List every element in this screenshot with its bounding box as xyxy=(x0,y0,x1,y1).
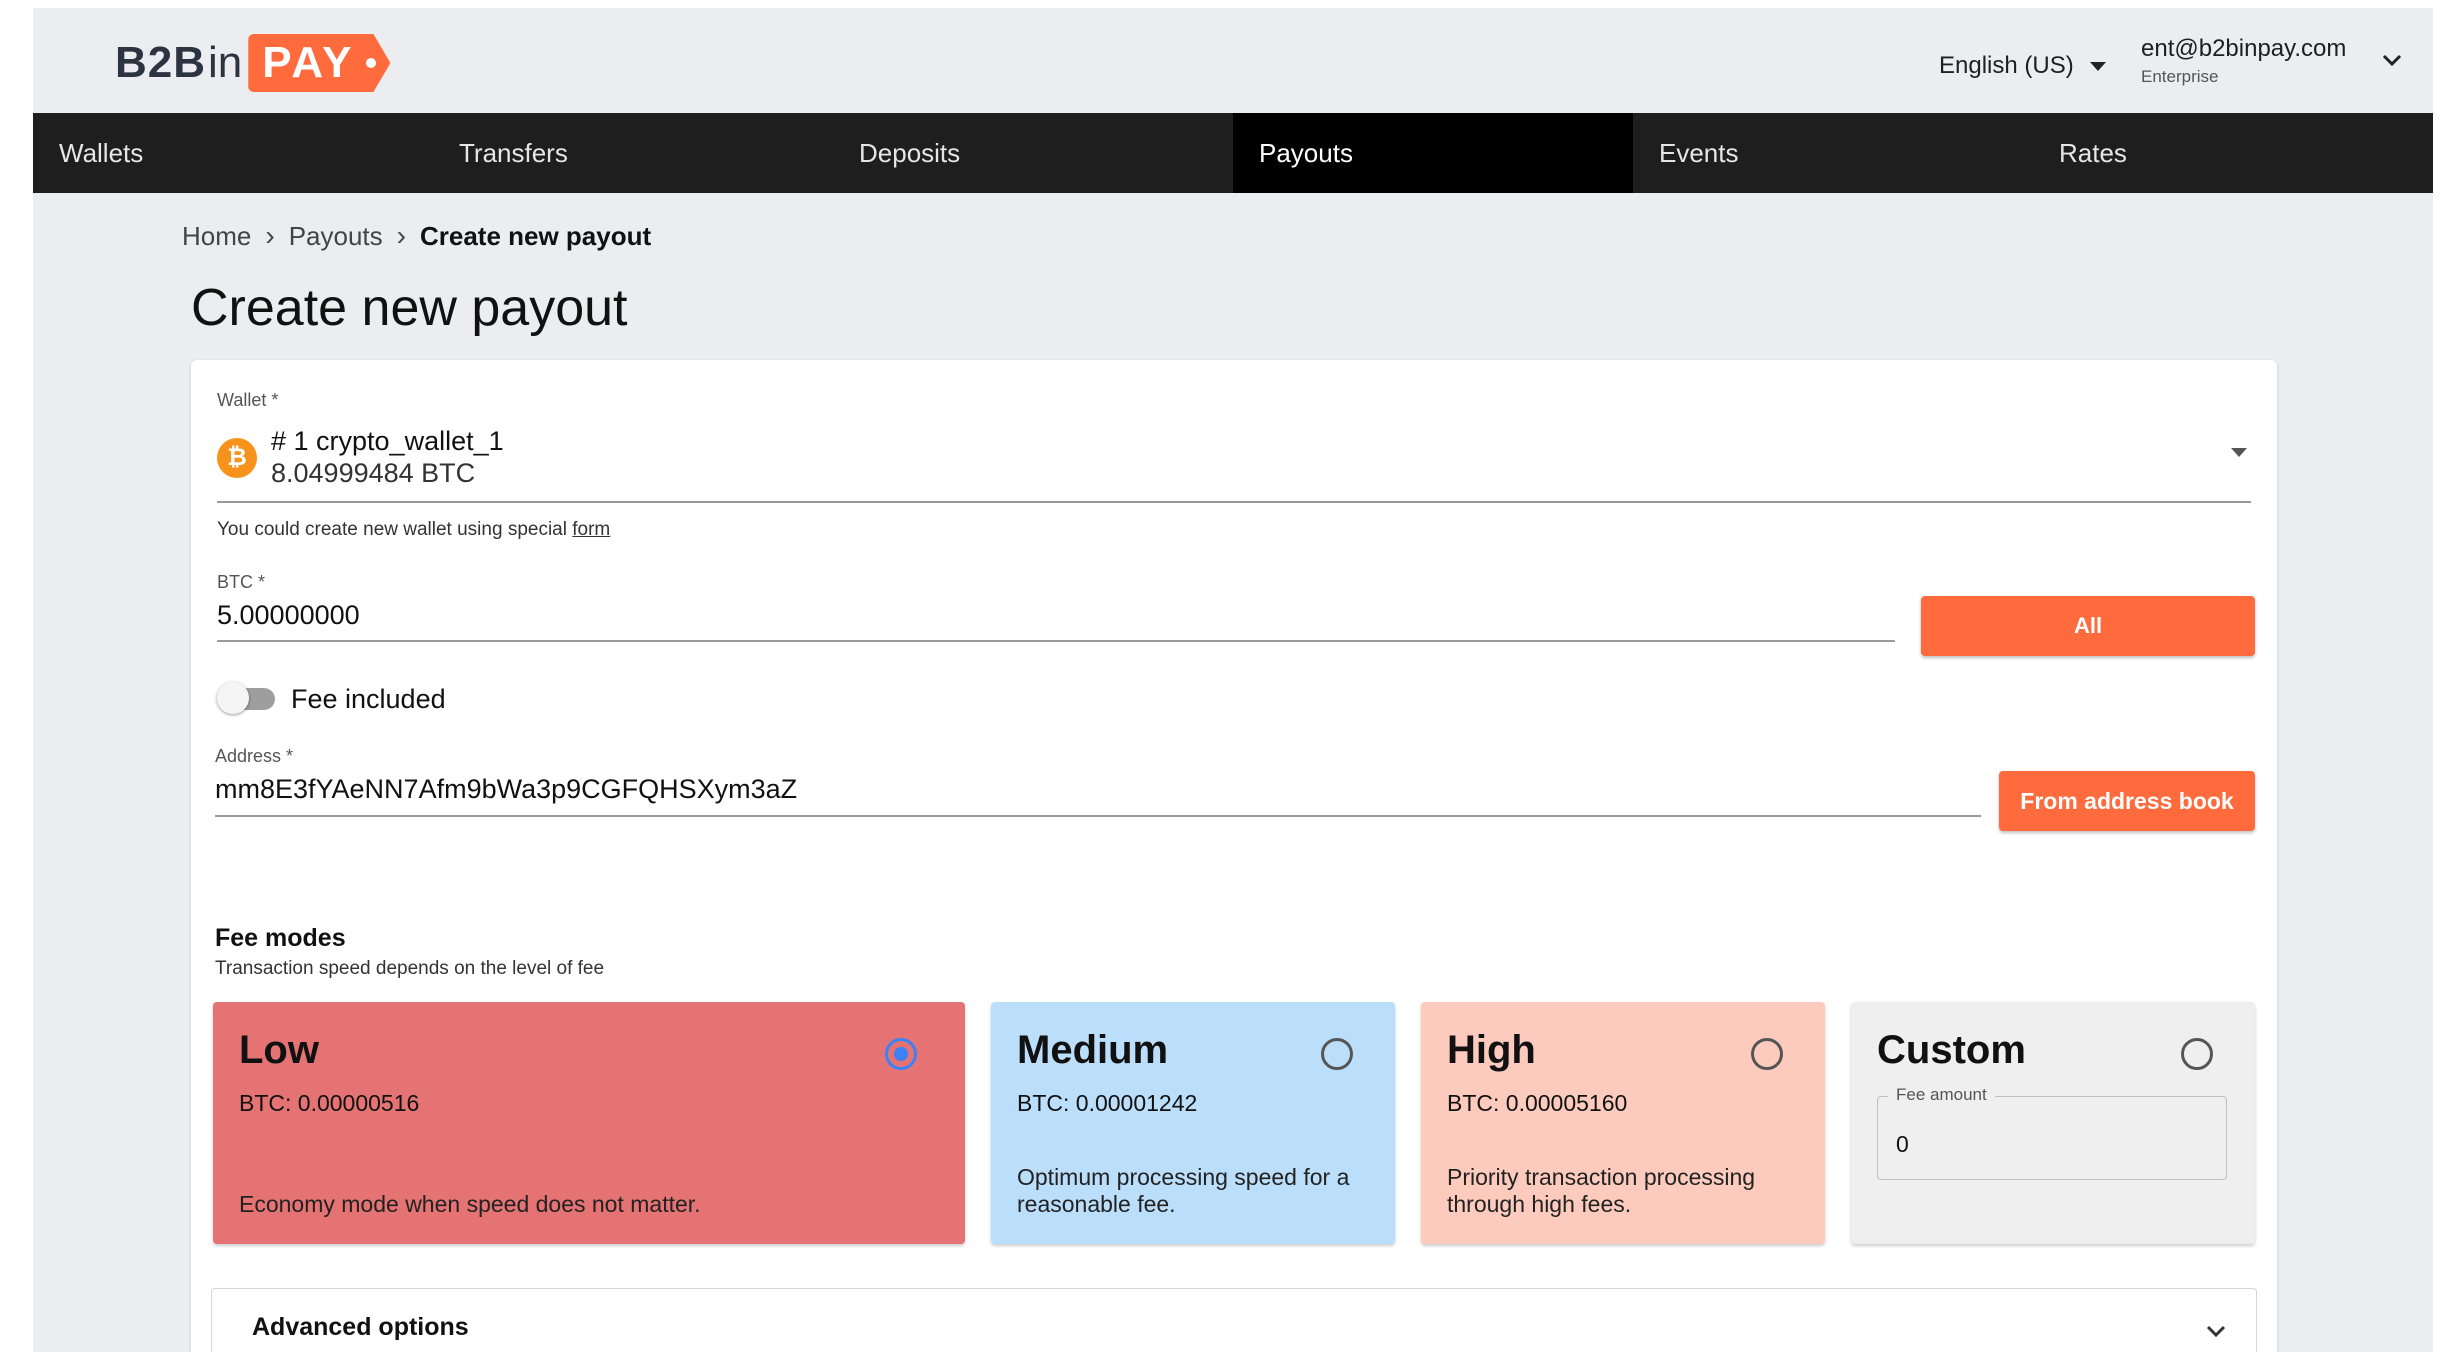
chevron-down-icon[interactable] xyxy=(2202,1317,2230,1345)
fee-mode-fee: BTC: 0.00005160 xyxy=(1447,1090,1628,1116)
address-book-button[interactable]: From address book xyxy=(1999,771,2255,831)
fee-amount-field[interactable]: Fee amount 0 xyxy=(1877,1085,2227,1180)
nav-item-rates[interactable]: Rates xyxy=(2033,113,2433,193)
fee-modes-title: Fee modes xyxy=(215,924,346,952)
wallet-field-label: Wallet * xyxy=(217,390,279,410)
fee-mode-description-line: reasonable fee. xyxy=(1017,1191,1176,1217)
address-label: Address * xyxy=(215,746,294,766)
fee-amount-label: Fee amount xyxy=(1888,1085,1995,1105)
wallet-form-link[interactable]: form xyxy=(572,519,610,540)
breadcrumb-payouts[interactable]: Payouts xyxy=(289,221,383,252)
fee-amount-input[interactable]: 0 xyxy=(1896,1131,1909,1158)
app-window: B2B in PAY English (US) ent@b2binpay.com… xyxy=(33,8,2433,1352)
fee-modes-subtitle: Transaction speed depends on the level o… xyxy=(215,958,605,979)
all-button[interactable]: All xyxy=(1921,596,2255,656)
radio-icon[interactable] xyxy=(2181,1038,2213,1070)
chevron-down-icon[interactable] xyxy=(2378,46,2406,74)
breadcrumb: Home › Payouts › Create new payout xyxy=(182,220,651,252)
fee-mode-fee: BTC: 0.00000516 xyxy=(239,1090,420,1116)
payout-form-card: Wallet * ₿ # 1 crypto_wallet_1 8.0499948… xyxy=(191,360,2277,1352)
wallet-select-underline xyxy=(217,501,2251,503)
nav-item-events[interactable]: Events xyxy=(1633,113,2033,193)
fee-mode-name: High xyxy=(1447,1028,1536,1072)
logo-b2b-text: B2B xyxy=(115,38,207,87)
fee-mode-low[interactable]: Low BTC: 0.00000516 Economy mode when sp… xyxy=(213,1002,965,1244)
address-input[interactable]: mm8E3fYAeNN7Afm9bWa3p9CGFQHSXym3aZ xyxy=(215,774,797,805)
fee-included-label: Fee included xyxy=(291,684,446,714)
fee-mode-description-line: Priority transaction processing xyxy=(1447,1164,1756,1190)
radio-selected-icon[interactable] xyxy=(885,1038,917,1070)
advanced-options-label: Advanced options xyxy=(252,1313,469,1341)
nav-item-wallets[interactable]: Wallets xyxy=(33,113,433,193)
main-nav: Wallets Transfers Deposits Payouts Event… xyxy=(33,113,2433,193)
wallet-balance[interactable]: 8.04999484 BTC xyxy=(271,458,475,489)
advanced-options-panel[interactable]: Advanced options xyxy=(211,1288,2257,1352)
fee-mode-custom[interactable]: Custom Fee amount 0 xyxy=(1851,1002,2255,1244)
b2binpay-logo[interactable]: B2B in PAY xyxy=(115,30,391,96)
logo-pay-tag: PAY xyxy=(248,34,391,92)
logo-dot xyxy=(366,58,377,68)
radio-icon[interactable] xyxy=(1751,1038,1783,1070)
address-underline xyxy=(215,815,1981,817)
fee-mode-description: Optimum processing speed for a reasonabl… xyxy=(1017,1164,1349,1218)
btc-amount-input[interactable]: 5.00000000 xyxy=(217,600,360,631)
fee-mode-name: Custom xyxy=(1877,1028,2026,1072)
wallet-hint: You could create new wallet using specia… xyxy=(217,519,610,541)
wallet-hint-text: You could create new wallet using specia… xyxy=(217,519,567,540)
fee-mode-high[interactable]: High BTC: 0.00005160 Priority transactio… xyxy=(1421,1002,1825,1244)
nav-item-deposits[interactable]: Deposits xyxy=(833,113,1233,193)
wallet-name[interactable]: # 1 crypto_wallet_1 xyxy=(271,426,504,457)
caret-down-icon[interactable] xyxy=(2231,448,2247,457)
fee-mode-description-line: Optimum processing speed for a xyxy=(1017,1164,1350,1190)
fee-mode-description: Economy mode when speed does not matter. xyxy=(239,1191,701,1217)
user-email: ent@b2binpay.com xyxy=(2141,35,2347,62)
fee-mode-name: Low xyxy=(239,1028,319,1072)
radio-icon[interactable] xyxy=(1321,1038,1353,1070)
user-menu[interactable]: ent@b2binpay.com Enterprise xyxy=(2141,35,2346,87)
nav-item-payouts[interactable]: Payouts xyxy=(1233,113,1633,193)
fee-mode-name: Medium xyxy=(1017,1028,1169,1072)
user-role: Enterprise xyxy=(2141,67,2219,86)
page-title: Create new payout xyxy=(191,279,628,337)
fee-mode-description-line: through high fees. xyxy=(1447,1191,1632,1217)
breadcrumb-home[interactable]: Home xyxy=(182,221,251,252)
top-header: B2B in PAY English (US) ent@b2binpay.com… xyxy=(33,8,2433,113)
logo-pay-text: PAY xyxy=(262,38,355,87)
btc-amount-label: BTC * xyxy=(217,572,266,592)
bitcoin-icon: ₿ xyxy=(217,438,257,478)
language-selector[interactable]: English (US) xyxy=(1939,52,2106,80)
chevron-right-icon: › xyxy=(265,220,275,251)
nav-item-transfers[interactable]: Transfers xyxy=(433,113,833,193)
chevron-right-icon: › xyxy=(396,220,406,251)
logo-in-text: in xyxy=(208,38,243,87)
btc-amount-underline xyxy=(217,640,1895,642)
language-label: English (US) xyxy=(1939,52,2074,79)
breadcrumb-current: Create new payout xyxy=(419,220,652,251)
fee-mode-description: Priority transaction processing through … xyxy=(1447,1164,1755,1218)
fee-mode-medium[interactable]: Medium BTC: 0.00001242 Optimum processin… xyxy=(991,1002,1395,1244)
fee-mode-fee: BTC: 0.00001242 xyxy=(1017,1090,1198,1116)
toggle-thumb xyxy=(217,682,249,714)
caret-down-icon xyxy=(2089,61,2106,71)
fee-included-toggle[interactable] xyxy=(217,682,275,714)
